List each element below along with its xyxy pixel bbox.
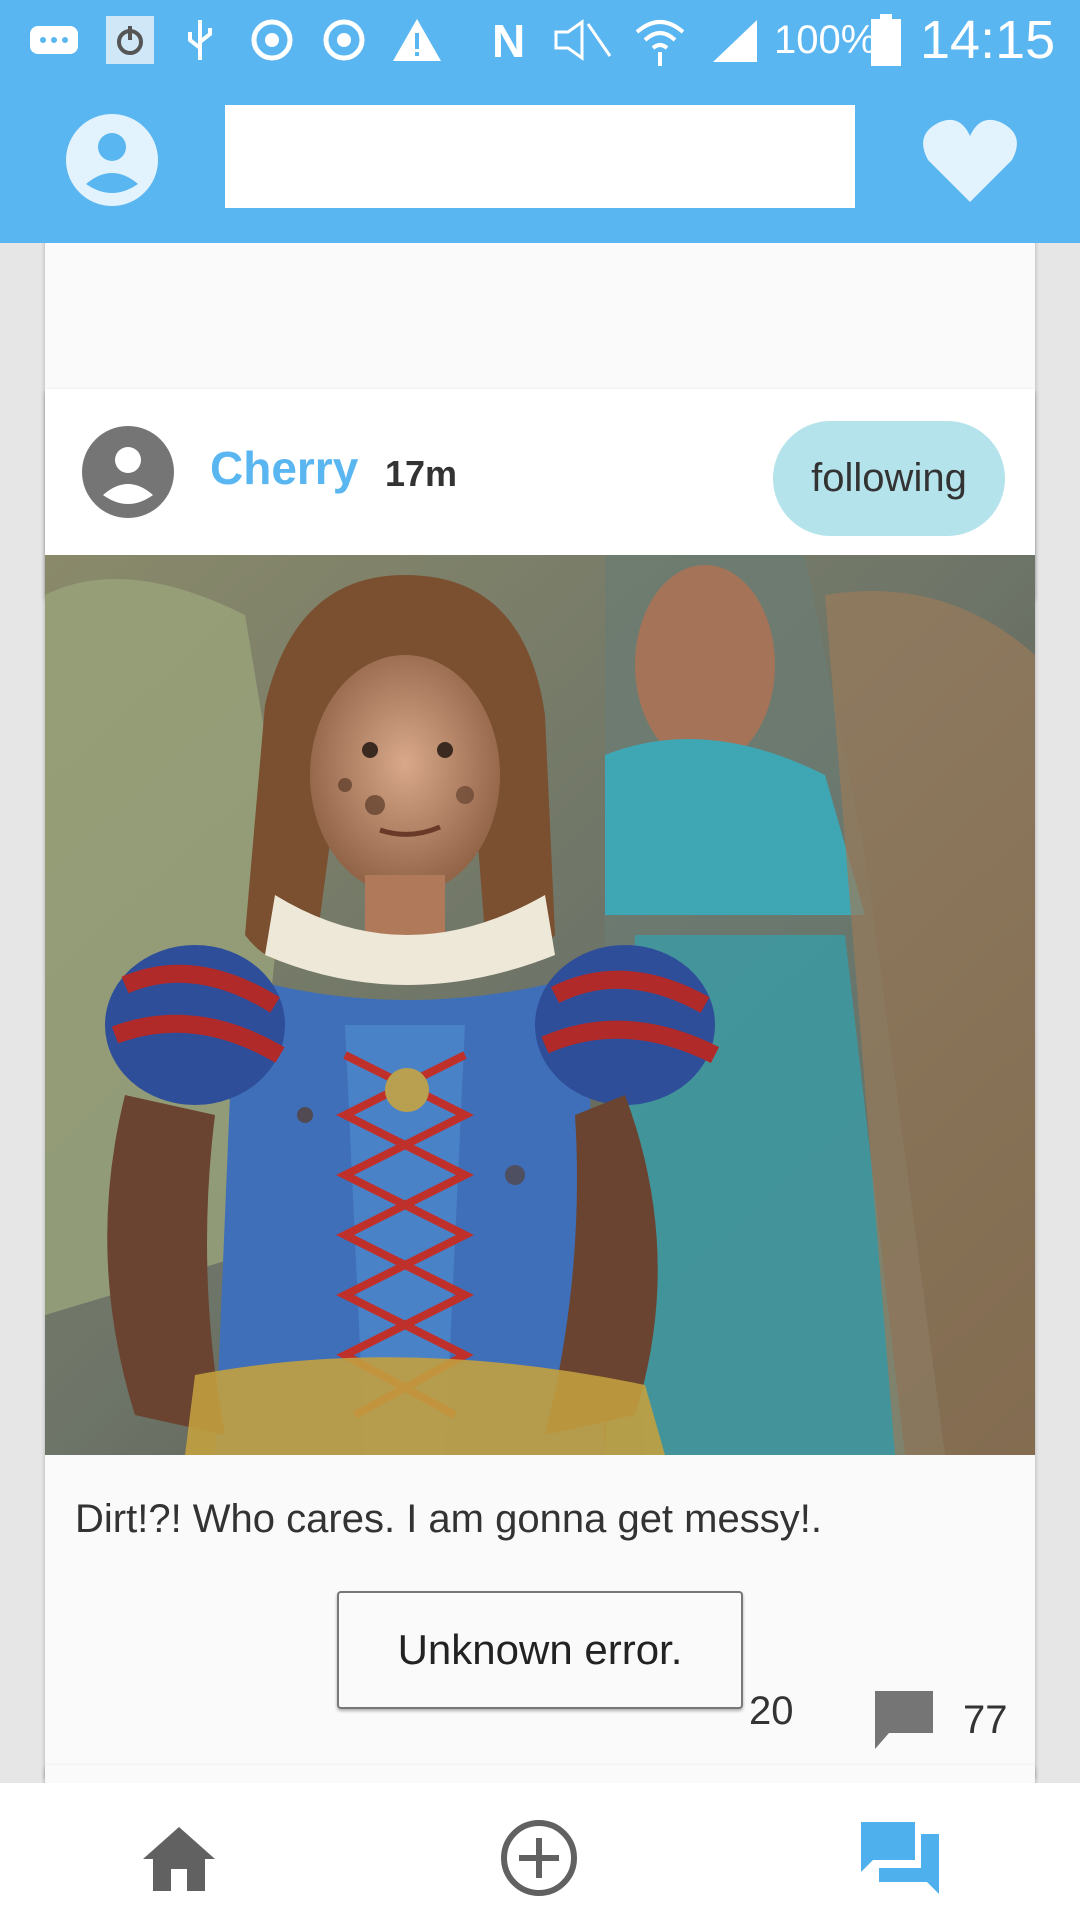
feed[interactable]: 5 74 Cherry 17m following [0,243,1080,1783]
comment-count: 77 [963,1697,1008,1742]
app-bar [0,80,1080,243]
profile-button[interactable] [62,110,162,210]
battery-percentage: 100% [774,18,877,62]
post-caption: Dirt!?! Who cares. I am gonna get messy!… [75,1497,822,1541]
nfc-icon: N [486,14,540,66]
mute-icon [550,14,614,66]
username[interactable]: Cherry [210,441,358,495]
nav-create-post[interactable] [494,1813,584,1903]
nav-messages[interactable] [856,1813,946,1903]
post-photo [45,555,1035,1455]
account-icon [82,426,174,518]
warning-icon [390,14,444,66]
nav-home[interactable] [134,1813,224,1903]
heart-icon [923,119,1017,202]
notification-icon [28,14,80,66]
sync-icon [246,14,298,66]
bottom-nav [0,1783,1080,1920]
post-image[interactable] [45,555,1035,1455]
signal-icon [708,14,762,66]
battery-icon [868,14,904,66]
post-header: Cherry 17m following [45,389,1035,555]
comment-button[interactable]: 77 [873,1689,1008,1751]
error-toast: Unknown error. [337,1591,743,1709]
avatar[interactable] [81,425,175,519]
sync-icon [318,14,370,66]
post-time: 17m [385,453,458,494]
account-icon [66,114,158,206]
home-icon [143,1827,215,1891]
post-card: Cherry 17m following Dirt!?! Who cares. … [45,389,1035,1778]
comment-icon [875,1691,933,1749]
usb-icon [180,14,220,66]
post-card [45,1765,1035,1783]
svg-text:N: N [492,15,525,65]
like-count: 20 [749,1689,794,1733]
search-input[interactable] [225,105,855,208]
add-circle-icon [501,1820,577,1896]
forum-icon [861,1822,939,1894]
status-bar: N 100% 14:15 [0,0,1080,80]
favorites-button[interactable] [920,114,1020,206]
clock: 14:15 [920,10,1056,70]
follow-button[interactable]: following [773,421,1005,536]
power-icon [104,14,156,66]
wifi-icon [632,14,688,66]
